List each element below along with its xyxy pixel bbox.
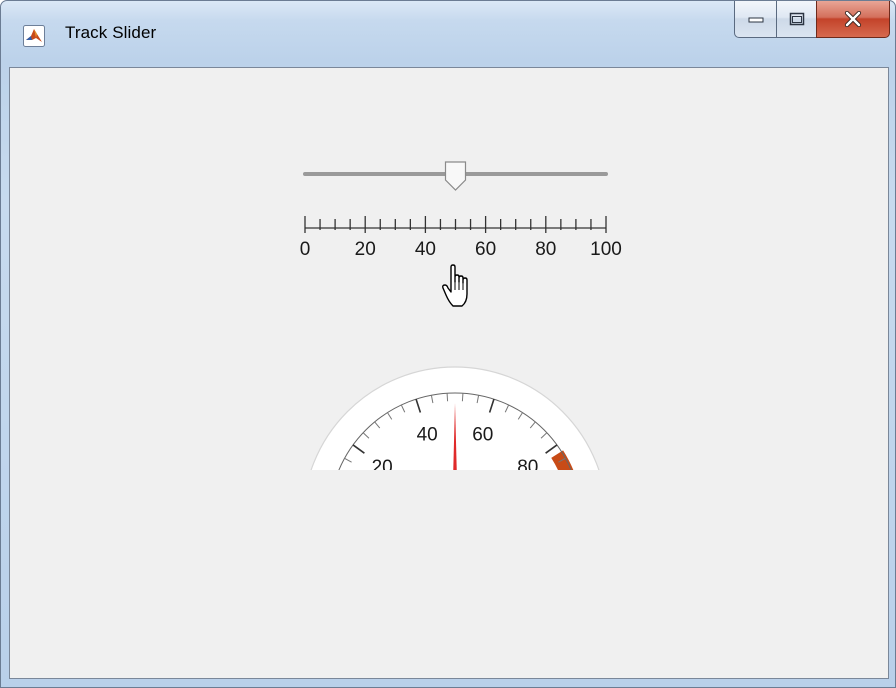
slider-tick-label: 0	[300, 239, 311, 260]
minimize-icon	[748, 17, 763, 23]
gauge-tick-label: 20	[372, 457, 393, 470]
slider-thumb[interactable]	[444, 161, 467, 191]
hand-pointer-icon	[442, 264, 468, 307]
gauge-tick-label: 60	[472, 424, 493, 445]
title-bar[interactable]: Track Slider	[1, 1, 895, 67]
track-slider[interactable]: 0 20 40 60 80 100	[290, 150, 630, 270]
caption-buttons	[734, 1, 890, 39]
slider-tick-label: 80	[535, 239, 556, 260]
maximize-icon	[789, 12, 804, 26]
close-icon	[844, 11, 862, 27]
gauge-minor-tick	[446, 393, 449, 402]
maximize-button[interactable]	[776, 1, 816, 38]
gauge-tick-label: 40	[417, 424, 438, 445]
slider-tick-label: 100	[590, 239, 622, 260]
gauge-tick-label: 80	[517, 457, 538, 470]
slider-tick-label: 60	[475, 239, 496, 260]
minimize-button[interactable]	[734, 1, 776, 38]
semicircular-gauge: 020406080100	[310, 366, 600, 470]
slider-tick-label: 20	[355, 239, 376, 260]
close-button[interactable]	[816, 1, 890, 38]
window-title: Track Slider	[65, 23, 157, 42]
matlab-logo-icon[interactable]	[23, 25, 45, 47]
slider-tick-label: 40	[415, 239, 436, 260]
gauge-minor-tick	[461, 393, 464, 402]
